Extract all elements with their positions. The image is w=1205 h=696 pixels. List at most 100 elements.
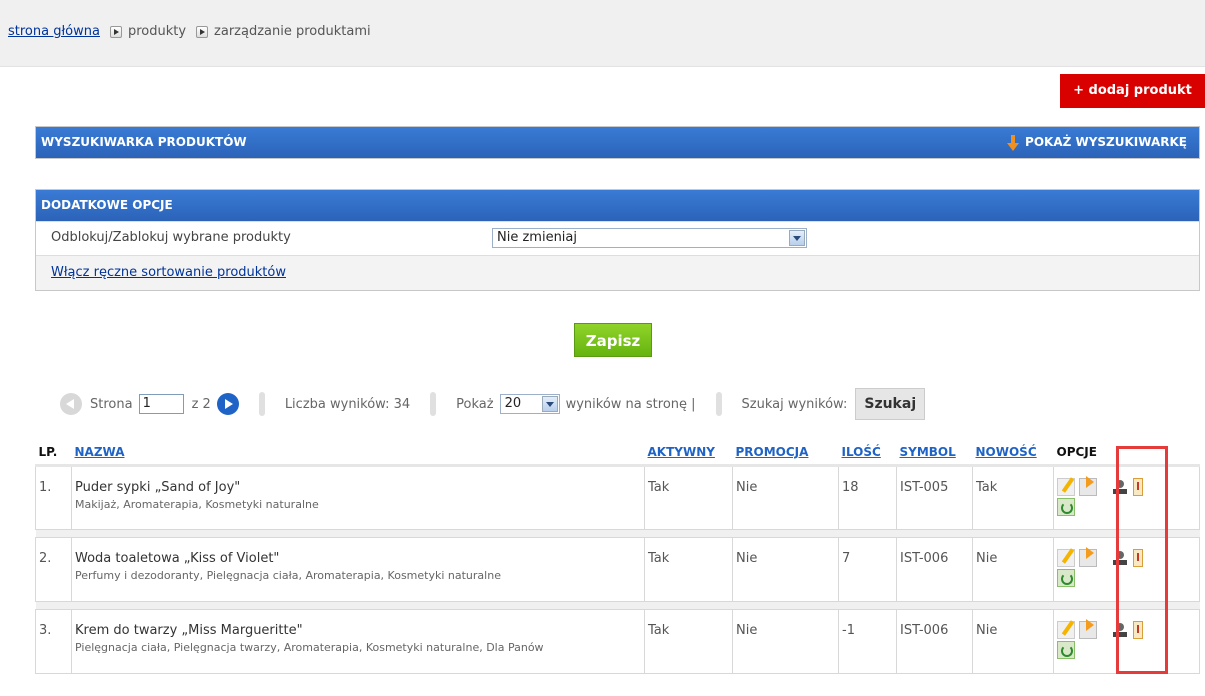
per-page-value: 20 [504, 396, 522, 411]
options-panel-title: DODATKOWE OPCJE [41, 198, 173, 212]
header-promo: PROMOCJA [732, 440, 839, 467]
sort-new-link[interactable]: NOWOŚĆ [976, 445, 1037, 459]
edit-icon[interactable] [1057, 621, 1075, 639]
arrow-right-icon [109, 25, 122, 38]
search-panel: WYSZUKIWARKA PRODUKTÓW POKAŻ WYSZUKIWARK… [35, 126, 1200, 159]
add-product-button[interactable]: + dodaj produkt [1060, 74, 1205, 108]
row-promo: Nie [732, 609, 839, 674]
row-lp: 3. [35, 609, 72, 674]
arrow-right-icon [196, 25, 209, 38]
document-icon[interactable] [1133, 621, 1143, 639]
page-label: Strona [90, 396, 133, 412]
row-active: Tak [644, 465, 733, 530]
document-icon[interactable] [1133, 549, 1143, 567]
breadcrumb-current: zarządzanie produktami [214, 24, 371, 39]
row-promo: Nie [732, 537, 839, 602]
row-lp: 1. [35, 465, 72, 530]
row-options [1053, 537, 1200, 602]
divider [258, 392, 265, 416]
product-categories: Makijaż, Aromaterapia, Kosmetyki natural… [75, 498, 319, 511]
row-options [1053, 609, 1200, 674]
search-results-label: Szukaj wyników: [741, 396, 848, 412]
edit-icon[interactable] [1057, 549, 1075, 567]
header-lp: LP. [35, 440, 72, 467]
row-separator [35, 601, 1200, 610]
arrow-down-icon [1007, 134, 1020, 151]
product-categories: Pielęgnacja ciała, Pielęgnacja twarzy, A… [75, 641, 544, 654]
breadcrumb-home-link[interactable]: strona główna [8, 24, 100, 39]
copy-icon[interactable] [1079, 547, 1097, 567]
row-symbol: IST-006 [896, 537, 973, 602]
refresh-icon[interactable] [1057, 569, 1075, 587]
chevron-down-icon[interactable] [789, 230, 805, 246]
row-promo: Nie [732, 465, 839, 530]
breadcrumb-products[interactable]: produkty [128, 24, 186, 39]
edit-icon[interactable] [1057, 478, 1075, 496]
divider [715, 392, 722, 416]
sort-qty-link[interactable]: ILOŚĆ [842, 445, 881, 459]
search-button[interactable]: Szukaj [855, 388, 926, 420]
block-products-label: Odblokuj/Zablokuj wybrane produkty [51, 230, 291, 245]
manual-sort-row: Włącz ręczne sortowanie produktów [36, 255, 1199, 290]
divider [430, 392, 437, 416]
separator-cell [35, 601, 1200, 610]
row-new: Nie [972, 609, 1054, 674]
document-icon[interactable] [1133, 478, 1143, 496]
sort-symbol-link[interactable]: SYMBOL [900, 445, 956, 459]
table-row: 2. Woda toaletowa „Kiss of Violet" Perfu… [35, 537, 1200, 602]
refresh-icon[interactable] [1057, 641, 1075, 659]
per-page-suffix: wyników na stronę | [565, 396, 696, 412]
save-button[interactable]: Zapisz [574, 323, 652, 357]
separator-cell [35, 529, 1200, 538]
options-panel-header: DODATKOWE OPCJE [36, 190, 1199, 221]
row-symbol: IST-006 [896, 609, 973, 674]
product-name: Puder sypki „Sand of Joy" [75, 480, 241, 495]
table-row: 3. Krem do twarzy „Miss Margueritte" Pie… [35, 609, 1200, 674]
breadcrumb: strona główna produkty zarządzanie produ… [8, 24, 371, 39]
top-bar: strona główna produkty zarządzanie produ… [0, 0, 1205, 67]
header-symbol: SYMBOL [896, 440, 973, 467]
copy-icon[interactable] [1079, 619, 1097, 639]
sort-name-link[interactable]: NAZWA [75, 445, 125, 459]
block-products-select[interactable]: Nie zmieniaj [492, 228, 807, 248]
page-input[interactable]: 1 [138, 394, 184, 414]
row-qty: 18 [838, 465, 897, 530]
chevron-down-icon[interactable] [541, 396, 558, 412]
page-total: z 2 [191, 396, 211, 412]
options-panel: DODATKOWE OPCJE Odblokuj/Zablokuj wybran… [35, 189, 1200, 291]
show-search-toggle[interactable]: POKAŻ WYSZUKIWARKĘ [1007, 127, 1187, 158]
stamp-icon[interactable] [1111, 478, 1129, 496]
search-panel-title: WYSZUKIWARKA PRODUKTÓW [41, 135, 247, 149]
stamp-icon[interactable] [1111, 549, 1129, 567]
copy-icon[interactable] [1079, 476, 1097, 496]
results-count: Liczba wyników: 34 [284, 396, 411, 412]
next-page-icon[interactable] [216, 393, 239, 415]
row-symbol: IST-005 [896, 465, 973, 530]
per-page-select[interactable]: 20 [499, 394, 560, 414]
refresh-icon[interactable] [1057, 498, 1075, 516]
show-search-label[interactable]: POKAŻ WYSZUKIWARKĘ [1025, 127, 1187, 158]
row-separator [35, 529, 1200, 538]
sort-promo-link[interactable]: PROMOCJA [736, 445, 809, 459]
table-row: 1. Puder sypki „Sand of Joy" Makijaż, Ar… [35, 465, 1200, 530]
sort-active-link[interactable]: AKTYWNY [648, 445, 715, 459]
row-name-cell: Krem do twarzy „Miss Margueritte" Pielęg… [71, 609, 645, 674]
row-name-cell: Woda toaletowa „Kiss of Violet" Perfumy … [71, 537, 645, 602]
table-header-row: LP. NAZWA AKTYWNY PROMOCJA ILOŚĆ SYMBOL … [35, 440, 1200, 467]
manual-sort-link[interactable]: Włącz ręczne sortowanie produktów [51, 265, 286, 280]
prev-page-icon[interactable] [60, 393, 82, 415]
header-options: OPCJE [1053, 440, 1200, 467]
header-active: AKTYWNY [644, 440, 733, 467]
product-categories: Perfumy i dezodoranty, Pielęgnacja ciała… [75, 569, 501, 582]
header-qty: ILOŚĆ [838, 440, 897, 467]
header-name: NAZWA [71, 440, 645, 467]
block-products-row: Odblokuj/Zablokuj wybrane produkty Nie z… [36, 221, 1199, 255]
header-new: NOWOŚĆ [972, 440, 1054, 467]
row-active: Tak [644, 537, 733, 602]
show-label: Pokaż [456, 396, 494, 412]
product-name: Krem do twarzy „Miss Margueritte" [75, 623, 303, 638]
stamp-icon[interactable] [1111, 621, 1129, 639]
block-products-select-value: Nie zmieniaj [497, 230, 577, 245]
row-name-cell: Puder sypki „Sand of Joy" Makijaż, Aroma… [71, 465, 645, 530]
